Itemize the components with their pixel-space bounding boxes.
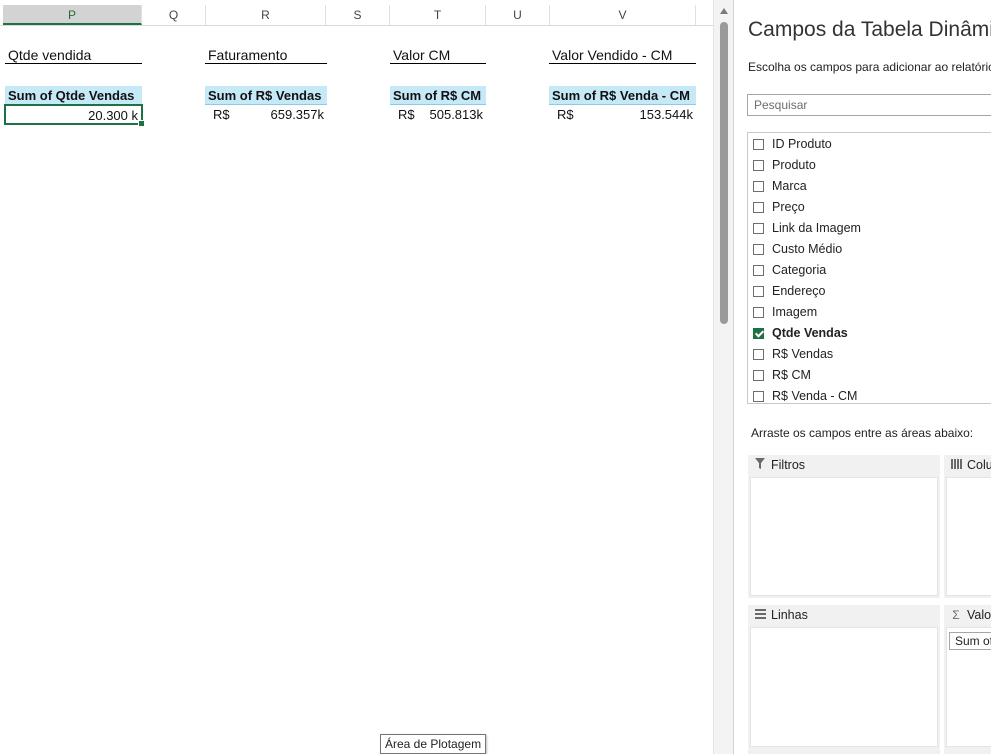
field-search-input[interactable]: Pesquisar [747,94,991,116]
kpi-title-valor-cm[interactable]: Valor CM [390,46,486,64]
field-item-qtde-vendas[interactable]: Qtde Vendas [748,323,991,344]
field-checkbox[interactable] [753,265,764,276]
field-checkbox[interactable] [753,139,764,150]
field-checkbox-checked[interactable] [753,328,764,339]
field-checkbox[interactable] [753,223,764,234]
field-checkbox[interactable] [753,391,764,402]
currency-symbol: R$ [398,107,415,122]
field-item-rs-venda-cm[interactable]: R$ Venda - CM [748,386,991,403]
field-item-rs-cm[interactable]: R$ CM [748,365,991,386]
field-label: Preço [772,200,805,214]
pivot-header-rs-venda-cm[interactable]: Sum of R$ Venda - CM [549,86,696,105]
field-item-preco[interactable]: Preço [748,197,991,218]
pivot-fields-pane: Campos da Tabela Dinâmica Escolha os cam… [735,0,991,754]
field-checkbox[interactable] [753,160,764,171]
scroll-up-arrow-icon[interactable] [720,8,728,14]
field-item-custo-medio[interactable]: Custo Médio [748,239,991,260]
field-item-produto[interactable]: Produto [748,155,991,176]
currency-symbol: R$ [557,107,574,122]
filters-area-label: Filtros [771,458,806,472]
columns-area-header: Colunas [944,455,991,475]
rows-area[interactable]: Linhas [748,605,940,754]
currency-symbol: R$ [213,107,230,122]
columns-drop-zone[interactable] [946,477,991,596]
filters-area[interactable]: Filtros [748,455,940,598]
pivot-header-rs-vendas[interactable]: Sum of R$ Vendas [205,86,327,105]
rows-icon [754,608,766,622]
pivot-value-number: 505.813k [429,107,484,122]
field-checkbox[interactable] [753,370,764,381]
column-header-p[interactable]: P [3,5,142,25]
field-checkbox[interactable] [753,181,764,192]
pivot-header-rs-cm[interactable]: Sum of R$ CM [390,86,486,105]
values-item-sum-qtde-vendas[interactable]: Sum of Qtde Vendas [949,632,991,650]
values-drop-zone[interactable]: Sum of Qtde Vendas [946,627,991,747]
field-checkbox[interactable] [753,349,764,360]
field-label: Produto [772,158,816,172]
filters-drop-zone[interactable] [750,477,938,596]
kpi-title-valor-vendido-cm[interactable]: Valor Vendido - CM [549,46,696,64]
field-item-rs-vendas[interactable]: R$ Vendas [748,344,991,365]
values-area-label: Valores [967,608,991,622]
field-label: Imagem [772,305,818,319]
pivot-value-qtde-vendas[interactable]: 20.300 k [4,104,145,127]
field-label: ID Produto [772,137,832,151]
field-item-id-produto[interactable]: ID Produto [748,134,991,155]
pivot-value-rs-vendas[interactable]: R$ 659.357k [205,105,327,124]
kpi-title-qtde-vendida[interactable]: Qtde vendida [5,46,142,64]
pane-title: Campos da Tabela Dinâmica [748,18,991,41]
column-header-row: P Q R S T U V [0,5,713,26]
pivot-value-number: 20.300 k [88,108,138,123]
column-header-s[interactable]: S [326,5,390,25]
kpi-title-faturamento[interactable]: Faturamento [205,46,327,64]
column-header-u[interactable]: U [486,5,550,25]
rows-area-label: Linhas [771,608,808,622]
pivot-header-qtde-vendas[interactable]: Sum of Qtde Vendas [5,86,142,105]
pivot-value-number: 659.357k [270,107,325,122]
filters-area-header: Filtros [748,455,940,475]
column-header-v[interactable]: V [550,5,696,25]
field-label: R$ Vendas [772,347,834,361]
filter-icon [754,458,766,472]
field-list[interactable]: ID Produto Produto Marca Preço Link da I… [747,132,991,404]
field-checkbox[interactable] [753,307,764,318]
field-item-endereco[interactable]: Endereço [748,281,991,302]
values-area-header: Σ Valores [944,605,991,625]
field-label: Qtde Vendas [772,326,848,340]
plot-area-tooltip: Área de Plotagem [380,734,487,754]
values-area[interactable]: Σ Valores Sum of Qtde Vendas [944,605,991,754]
column-header-r[interactable]: R [206,5,326,25]
fill-handle[interactable] [138,120,145,127]
field-label: Custo Médio [772,242,843,256]
field-item-marca[interactable]: Marca [748,176,991,197]
field-item-link-da-imagem[interactable]: Link da Imagem [748,218,991,239]
drag-fields-hint: Arraste os campos entre as áreas abaixo: [751,426,974,440]
field-item-categoria[interactable]: Categoria [748,260,991,281]
field-item-imagem[interactable]: Imagem [748,302,991,323]
field-checkbox[interactable] [753,202,764,213]
spreadsheet-grid[interactable]: P Q R S T U V Qtde vendida Sum of Qtde V… [0,0,713,754]
pivot-value-rs-cm[interactable]: R$ 505.813k [390,105,486,124]
pivot-value-rs-venda-cm[interactable]: R$ 153.544k [549,105,696,124]
field-label: Marca [772,179,807,193]
pane-subtitle: Escolha os campos para adicionar ao rela… [748,60,991,74]
columns-area[interactable]: Colunas [944,455,991,598]
columns-area-label: Colunas [967,458,991,472]
field-label: R$ Venda - CM [772,389,858,403]
field-label: Categoria [772,263,827,277]
field-checkbox[interactable] [753,286,764,297]
rows-drop-zone[interactable] [750,627,938,747]
rows-area-header: Linhas [748,605,940,625]
field-label: Endereço [772,284,826,298]
field-label: R$ CM [772,368,811,382]
sigma-icon: Σ [952,608,960,622]
column-header-q[interactable]: Q [142,5,206,25]
column-header-t[interactable]: T [390,5,486,25]
field-checkbox[interactable] [753,244,764,255]
scrollbar-thumb[interactable] [720,22,728,324]
columns-icon [950,458,962,472]
field-label: Link da Imagem [772,221,861,235]
pivot-value-number: 153.544k [639,107,694,122]
vertical-scrollbar[interactable] [713,0,734,754]
